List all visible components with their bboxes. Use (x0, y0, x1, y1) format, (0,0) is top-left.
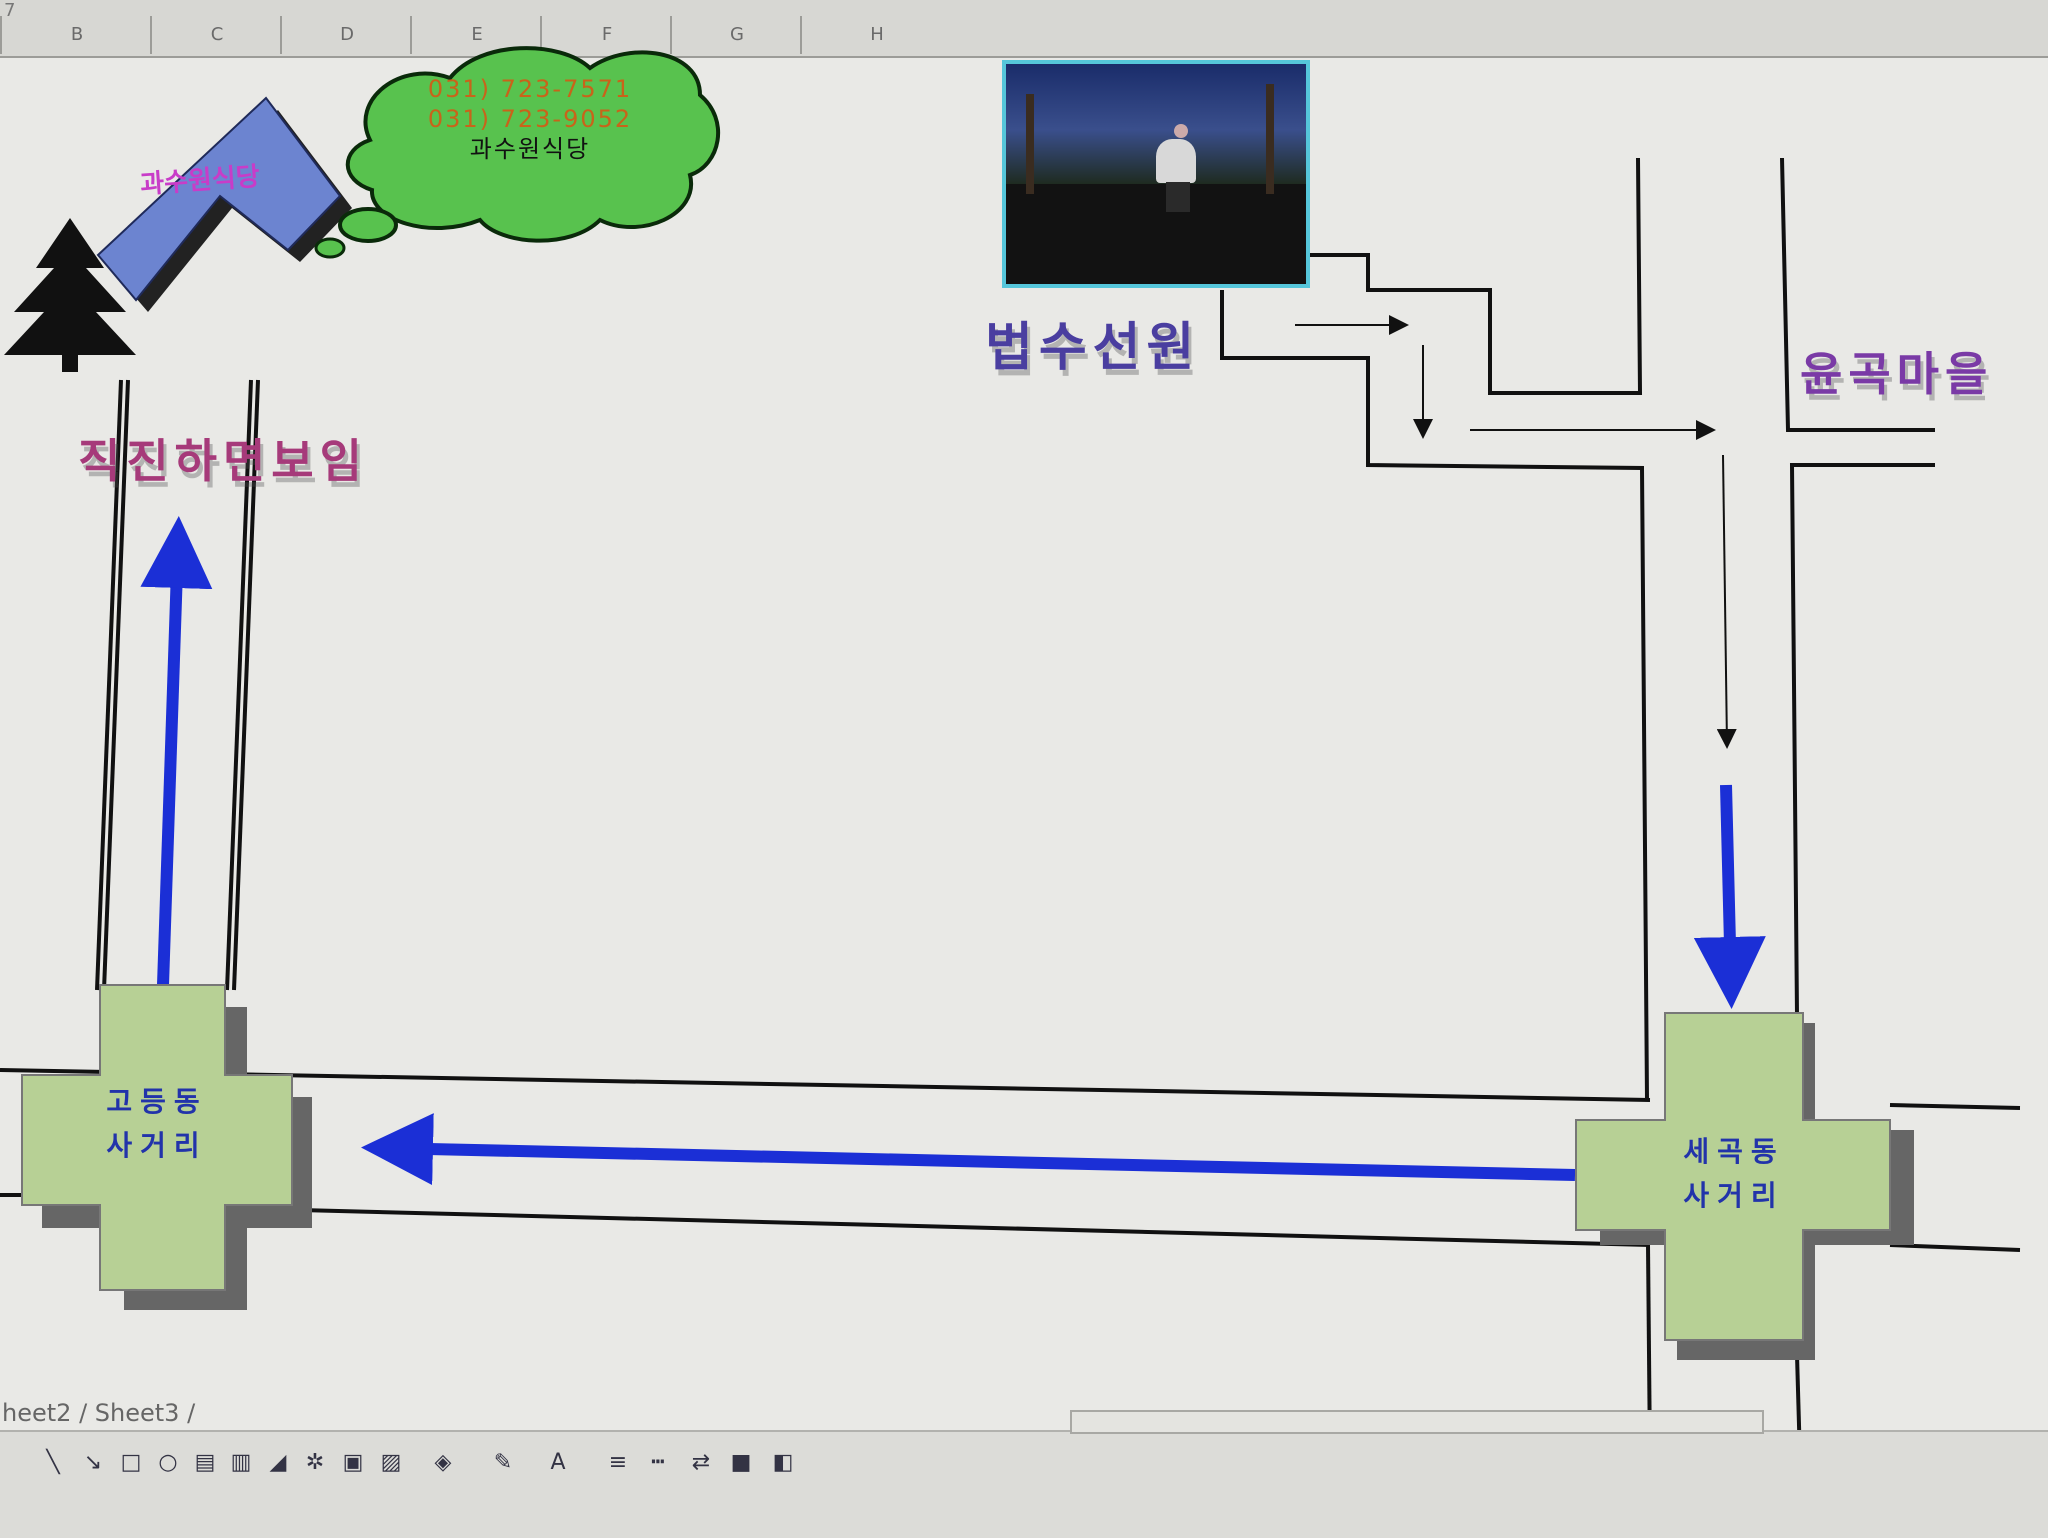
line-color-icon[interactable]: ✎ (490, 1450, 516, 1476)
blue-route-arrows (140, 516, 1766, 1186)
arrow-style-icon[interactable]: ⇄ (688, 1450, 714, 1476)
bubble-text: 031) 723-7571 031) 723-9052 과수원식당 (395, 74, 665, 164)
intersection-right-line1: 세곡동 (1683, 1135, 1785, 1168)
photo-figure-head (1174, 124, 1188, 138)
thin-direction-arrows (1295, 315, 1737, 749)
bubble-restaurant-name: 과수원식당 (469, 135, 591, 163)
wordart-tool-icon[interactable]: ◢ (265, 1450, 291, 1476)
intersection-left-line1: 고등동 (106, 1085, 208, 1118)
sheet-tab-2[interactable]: heet2 (0, 1399, 71, 1427)
photo-ground (1006, 184, 1306, 284)
sheet-tab-bar: heet2 / Sheet3 / (0, 1399, 196, 1427)
sheet-tab-3[interactable]: Sheet3 (95, 1399, 180, 1427)
photo-figure-legs (1166, 182, 1190, 212)
line-style-icon[interactable]: ≡ (605, 1450, 631, 1476)
3d-style-icon[interactable]: ◧ (770, 1450, 796, 1476)
temple-label: 법수선원 (985, 317, 1201, 378)
fill-color-icon[interactable]: ◈ (430, 1450, 456, 1476)
drawing-toolbar: ╲ ↘ □ ○ ▤ ▥ ◢ ✲ ▣ ▨ ◈ ✎ A ≡ ┅ ⇄ ■ ◧ (0, 1410, 2048, 1538)
vertical-textbox-tool-icon[interactable]: ▥ (228, 1450, 254, 1476)
diagram-tool-icon[interactable]: ✲ (302, 1450, 328, 1476)
intersection-left-label: 고등동 사거리 (92, 1080, 222, 1168)
oval-tool-icon[interactable]: ○ (155, 1450, 181, 1476)
intersection-right-label: 세곡동 사거리 (1665, 1130, 1803, 1218)
intersection-left-line2: 사거리 (106, 1129, 208, 1162)
phone-number-1: 031) 723-7571 (427, 75, 633, 103)
arrow-tool-icon[interactable]: ↘ (80, 1450, 106, 1476)
restaurant-building (96, 96, 352, 312)
clipart-tool-icon[interactable]: ▣ (340, 1450, 366, 1476)
line-tool-icon[interactable]: ╲ (40, 1450, 66, 1476)
dash-style-icon[interactable]: ┅ (645, 1450, 671, 1476)
photo-tree-trunk-2 (1266, 84, 1274, 194)
picture-tool-icon[interactable]: ▨ (378, 1450, 404, 1476)
intersection-right-line2: 사거리 (1683, 1179, 1785, 1212)
phone-number-2: 031) 723-9052 (427, 105, 633, 133)
photo-figure (1156, 139, 1196, 183)
go-straight-label: 직진하면보임 (78, 434, 368, 488)
shadow-style-icon[interactable]: ■ (728, 1450, 754, 1476)
font-color-icon[interactable]: A (545, 1450, 571, 1476)
photo-tree-trunk (1026, 94, 1034, 194)
photo-thumbnail[interactable] (1002, 60, 1310, 288)
spreadsheet-canvas: 7 B C D E F G H 과수원식당 031) 723-7571 031)… (0, 0, 2048, 1538)
textbox-tool-icon[interactable]: ▤ (192, 1450, 218, 1476)
horizontal-scrollbar[interactable] (1070, 1410, 1764, 1434)
rectangle-tool-icon[interactable]: □ (118, 1450, 144, 1476)
village-label: 윤곡마을 (1800, 347, 1994, 401)
